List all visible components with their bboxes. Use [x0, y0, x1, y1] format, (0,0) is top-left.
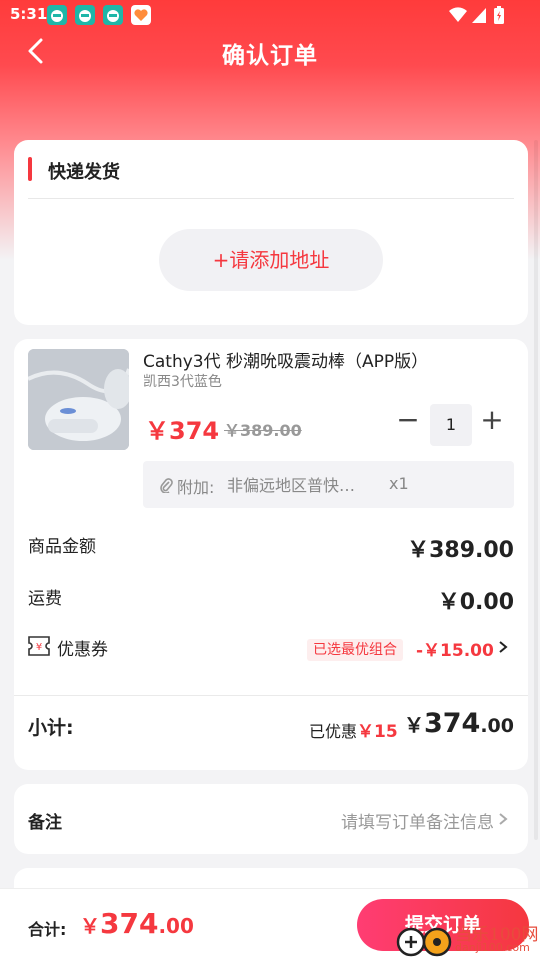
order-card: Cathy3代 秒潮吮吸震动棒（APP版） 凯西3代蓝色 ￥374 ￥389.0… — [14, 339, 528, 770]
remark-row[interactable]: 备注 请填写订单备注信息 — [14, 784, 528, 854]
coupon-best-combo-tag: 已选最优组合 — [307, 639, 403, 661]
product-image[interactable] — [28, 349, 129, 450]
page-title: 确认订单 — [222, 43, 318, 69]
chevron-right-icon — [499, 813, 508, 825]
addon-quantity: x1 — [389, 474, 409, 493]
scrollbar[interactable] — [534, 140, 538, 840]
total-decimal: .00 — [158, 914, 194, 938]
subtotal-label: 小计: — [28, 717, 74, 739]
divider — [14, 695, 528, 696]
goods-amount-label: 商品金额 — [28, 537, 96, 557]
remark-label: 备注 — [28, 813, 62, 833]
add-address-button[interactable]: +请添加地址 — [159, 229, 383, 291]
notification-app-icon — [47, 5, 67, 25]
addon-label: 附加: — [177, 478, 215, 497]
battery-icon — [494, 6, 504, 24]
quantity-increase-button[interactable]: + — [480, 406, 504, 434]
saved-amount: 已优惠￥15 — [309, 717, 398, 742]
product-price: ￥374 — [145, 417, 220, 445]
shipping-label: 运费 — [28, 589, 62, 609]
watermark-url: danji100.com — [455, 941, 530, 954]
product-spec: 凯西3代蓝色 — [143, 374, 222, 390]
subtotal-value: ￥374.00 — [404, 708, 514, 739]
subtotal-decimal: .00 — [480, 715, 514, 737]
subtotal-integer: 374 — [423, 708, 481, 739]
total-price: ￥374.00 — [80, 907, 194, 940]
notification-app-icon — [103, 5, 123, 25]
quantity-decrease-button[interactable]: − — [396, 406, 420, 434]
remark-placeholder[interactable]: 请填写订单备注信息 — [341, 808, 494, 833]
status-bar: 5:31 — [0, 0, 540, 30]
chevron-right-icon[interactable] — [498, 640, 508, 654]
status-time: 5:31 — [10, 5, 48, 23]
divider — [28, 198, 514, 199]
goods-amount-value: ￥389.00 — [407, 538, 514, 563]
addon-value: 非偏远地区普快… — [227, 476, 356, 495]
notification-app-icon — [75, 5, 95, 25]
svg-text:¥: ¥ — [36, 642, 42, 653]
saved-value: ￥15 — [357, 722, 398, 742]
total-currency: ￥ — [80, 914, 100, 938]
coupon-label[interactable]: 优惠券 — [57, 635, 108, 660]
signal-icon — [472, 8, 486, 23]
addon-row[interactable]: 附加: 非偏远地区普快… x1 — [143, 461, 514, 508]
quantity-value[interactable]: 1 — [430, 404, 472, 446]
section-accent-bar — [28, 157, 32, 181]
subtotal-currency: ￥ — [403, 713, 424, 737]
coupon-icon: ¥ — [28, 636, 50, 656]
wifi-icon — [449, 7, 467, 23]
coupon-value[interactable]: -￥15.00 — [416, 636, 494, 661]
notification-heart-icon — [131, 5, 151, 25]
watermark: 当乐100网 danji100.com — [395, 918, 540, 960]
watermark-logo-icon — [396, 927, 452, 957]
product-title[interactable]: Cathy3代 秒潮吮吸震动棒（APP版） — [143, 347, 428, 372]
product-original-price: ￥389.00 — [224, 421, 302, 440]
saved-prefix: 已优惠 — [309, 722, 358, 741]
paperclip-icon — [160, 478, 173, 493]
total-label: 合计: — [28, 920, 67, 939]
shipping-value: ￥0.00 — [437, 590, 514, 615]
total-integer: 374 — [100, 907, 159, 940]
delivery-heading: 快递发货 — [48, 162, 120, 183]
address-card: 快递发货 +请添加地址 — [14, 140, 528, 325]
